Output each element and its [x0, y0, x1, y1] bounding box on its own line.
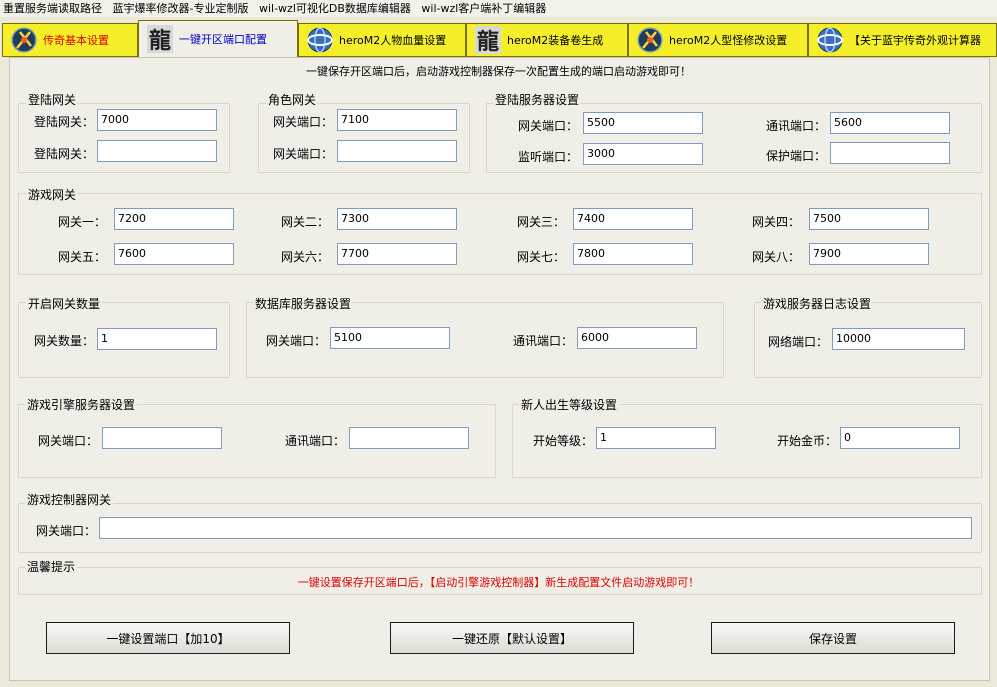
newbie-label-2: 开始金币： — [777, 434, 838, 448]
login-server-label-4: 保护端口： — [766, 149, 827, 163]
engine-server-label-1: 网关端口： — [38, 434, 99, 448]
start-level-input[interactable]: 1 — [596, 427, 716, 449]
game-gate-label-6: 网关六： — [281, 250, 330, 264]
sword-emblem-icon — [635, 25, 665, 55]
svg-text:龍: 龍 — [149, 28, 171, 54]
game-gate-input-7[interactable]: 7800 — [573, 243, 693, 265]
role-gate-title: 角色网关 — [266, 91, 319, 108]
game-gate-label-4: 网关四： — [752, 215, 801, 229]
tab-about[interactable]: 【关于蓝宇传奇外观计算器 — [808, 23, 997, 57]
game-gate-input-1[interactable]: 7200 — [114, 208, 234, 230]
login-server-input-1[interactable]: 5500 — [583, 112, 703, 134]
log-server-label: 网络端口： — [768, 335, 829, 349]
tab-label: heroM2装备卷生成 — [507, 34, 604, 47]
svg-text:龍: 龍 — [477, 29, 499, 55]
login-server-input-3[interactable]: 3000 — [583, 143, 703, 165]
newbie-title: 新人出生等级设置 — [519, 396, 620, 413]
game-gate-input-3[interactable]: 7400 — [573, 208, 693, 230]
db-server-label-1: 网关端口： — [266, 334, 327, 348]
db-server-label-2: 通讯端口： — [513, 334, 574, 348]
login-server-input-2[interactable]: 5600 — [830, 112, 950, 134]
game-gate-input-2[interactable]: 7300 — [337, 208, 457, 230]
game-gate-input-6[interactable]: 7700 — [337, 243, 457, 265]
dragon-character-icon: 龍 — [145, 24, 175, 54]
engine-server-input-1[interactable] — [102, 427, 222, 449]
controller-gate-input[interactable] — [99, 517, 972, 539]
game-gate-label-5: 网关五： — [58, 250, 107, 264]
engine-server-input-2[interactable] — [349, 427, 469, 449]
login-server-label-2: 通讯端口： — [766, 119, 827, 133]
role-gate-label-2: 网关端口： — [273, 147, 334, 161]
controller-gate-title: 游戏控制器网关 — [25, 491, 114, 508]
login-server-title: 登陆服务器设置 — [493, 91, 582, 108]
menu-item-reset-path[interactable]: 重置服务端读取路径 — [0, 2, 106, 15]
tab-hp-settings[interactable]: heroM2人物血量设置 — [298, 23, 466, 57]
game-gate-input-4[interactable]: 7500 — [809, 208, 929, 230]
game-gate-title: 游戏网关 — [26, 186, 79, 203]
tab-label: 传奇基本设置 — [43, 34, 109, 47]
tab-port-config[interactable]: 龍 一键开区端口配置 — [138, 20, 298, 57]
engine-server-label-2: 通讯端口： — [285, 434, 346, 448]
start-gold-input[interactable]: 0 — [840, 427, 960, 449]
gate-count-label: 网关数量： — [34, 334, 95, 348]
role-gate-label-1: 网关端口： — [273, 115, 334, 129]
menu-item-drop-rate-editor[interactable]: 蓝宇爆率修改器-专业定制版 — [110, 2, 253, 15]
tab-equip-scroll[interactable]: 龍 heroM2装备卷生成 — [466, 23, 628, 57]
game-gate-label-7: 网关七： — [517, 250, 566, 264]
tab-label: heroM2人物血量设置 — [339, 34, 447, 47]
restore-default-button[interactable]: 一键还原【默认设置】 — [390, 622, 634, 654]
db-server-input-1[interactable]: 5100 — [330, 327, 450, 349]
notice-text: 一键保存开区端口后，启动游戏控制器保存一次配置生成的端口启动游戏即可！ — [306, 65, 691, 78]
role-gate-input-1[interactable]: 7100 — [337, 109, 457, 131]
login-gate-title: 登陆网关 — [26, 91, 79, 108]
login-gate-label-1: 登陆网关： — [34, 115, 95, 129]
gate-count-input[interactable]: 1 — [97, 328, 217, 350]
game-gate-label-2: 网关二： — [281, 215, 330, 229]
login-server-label-1: 网关端口： — [518, 119, 579, 133]
login-gate-input-1[interactable]: 7000 — [97, 109, 217, 131]
log-server-input[interactable]: 10000 — [832, 328, 965, 350]
menu-bar: 重置服务端读取路径 蓝宇爆率修改器-专业定制版 wil-wzl可视化DB数据库编… — [0, 0, 997, 17]
tips-text: 一键设置保存开区端口后，【启动引擎游戏控制器】新生成配置文件启动游戏即可！ — [297, 576, 700, 589]
sword-emblem-icon — [9, 25, 39, 55]
gate-count-title: 开启网关数量 — [26, 295, 103, 312]
role-gate-input-2[interactable] — [337, 140, 457, 162]
auto-port-button[interactable]: 一键设置端口【加10】 — [46, 622, 290, 654]
tab-label: 一键开区端口配置 — [179, 33, 267, 46]
menu-item-db-editor[interactable]: wil-wzl可视化DB数据库编辑器 — [256, 2, 415, 15]
game-gate-input-5[interactable]: 7600 — [114, 243, 234, 265]
dragon-character-icon: 龍 — [473, 25, 503, 55]
game-gate-label-8: 网关八： — [752, 250, 801, 264]
db-server-title: 数据库服务器设置 — [253, 295, 354, 312]
tab-label: heroM2人型怪修改设置 — [669, 34, 788, 47]
engine-server-title: 游戏引擎服务器设置 — [25, 396, 138, 413]
game-gate-label-3: 网关三： — [517, 215, 566, 229]
controller-gate-label: 网关端口： — [36, 524, 97, 538]
tab-bar: 传奇基本设置 龍 一键开区端口配置 heroM2人物血量设置 龍 heroM2装… — [0, 19, 997, 57]
game-gate-input-8[interactable]: 7900 — [809, 243, 929, 265]
login-gate-label-2: 登陆网关： — [34, 147, 95, 161]
login-gate-input-2[interactable] — [97, 140, 217, 162]
tab-basic-settings[interactable]: 传奇基本设置 — [2, 23, 138, 57]
tips-title: 温馨提示 — [25, 558, 78, 575]
menu-item-patch-editor[interactable]: wil-wzl客户端补丁编辑器 — [418, 2, 550, 15]
login-server-label-3: 监听端口： — [518, 150, 579, 164]
save-settings-button[interactable]: 保存设置 — [711, 622, 955, 654]
globe-icon — [815, 25, 845, 55]
db-server-input-2[interactable]: 6000 — [577, 327, 697, 349]
globe-icon — [305, 25, 335, 55]
game-gate-label-1: 网关一： — [58, 215, 107, 229]
newbie-label-1: 开始等级： — [533, 434, 594, 448]
login-server-input-4[interactable] — [830, 142, 950, 164]
log-server-title: 游戏服务器日志设置 — [761, 295, 874, 312]
tab-label: 【关于蓝宇传奇外观计算器 — [849, 34, 981, 47]
tab-monster-settings[interactable]: heroM2人型怪修改设置 — [628, 23, 808, 57]
